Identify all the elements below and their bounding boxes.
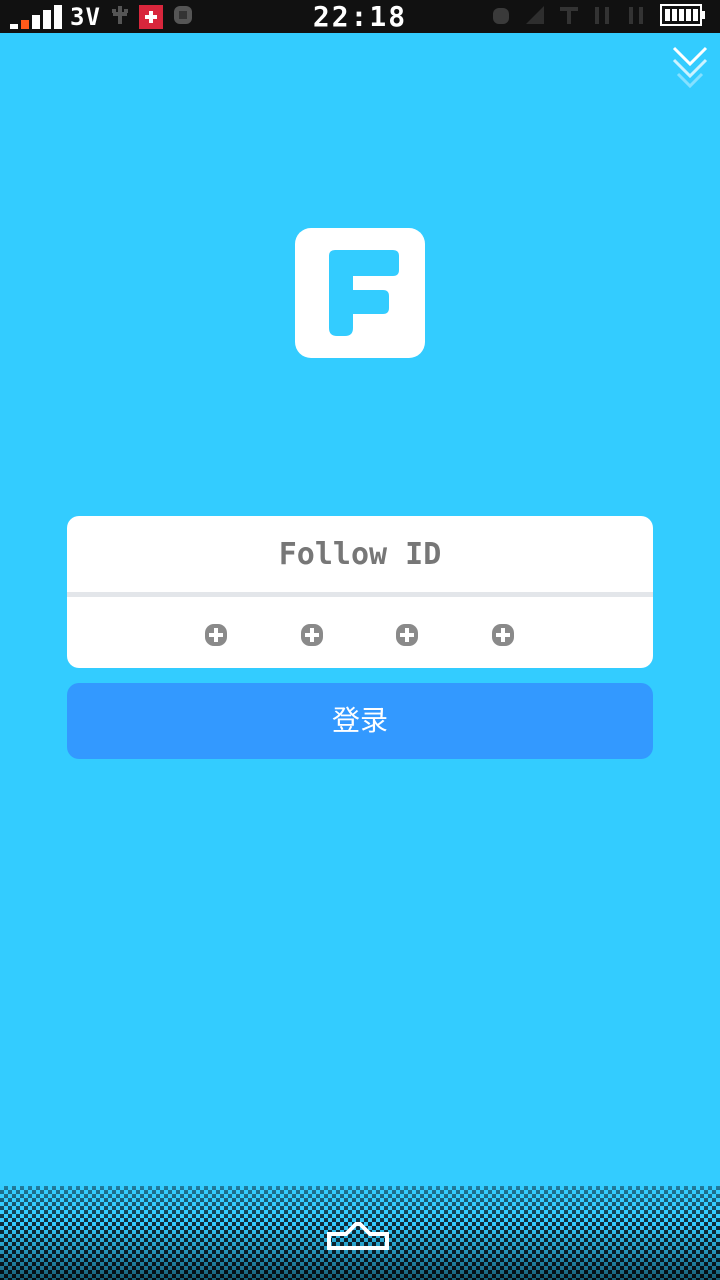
pin-digit-3-icon[interactable] — [394, 622, 420, 648]
pin-digit-1-icon[interactable] — [203, 622, 229, 648]
collapse-chevron-icon[interactable] — [672, 46, 708, 96]
pin-input[interactable] — [67, 597, 653, 668]
app-logo-icon — [295, 228, 425, 358]
alarm-icon — [490, 4, 512, 30]
status-right — [490, 0, 706, 33]
login-card — [67, 516, 653, 668]
status-bar: 3V 22:18 — [0, 0, 720, 33]
vibrate-bars-icon — [592, 4, 614, 30]
battery-icon — [660, 3, 706, 30]
pin-digit-2-icon[interactable] — [299, 622, 325, 648]
login-screen: 3V 22:18 Follow ID 登录 — [0, 0, 720, 1280]
follow-id-input[interactable] — [67, 516, 653, 592]
home-icon[interactable] — [326, 1212, 390, 1252]
pin-digit-4-icon[interactable] — [490, 622, 516, 648]
wifi-icon — [524, 4, 546, 30]
mute-bars-icon — [626, 4, 648, 30]
vibrate-icon — [558, 4, 580, 30]
login-button[interactable]: 登录 — [67, 683, 653, 759]
